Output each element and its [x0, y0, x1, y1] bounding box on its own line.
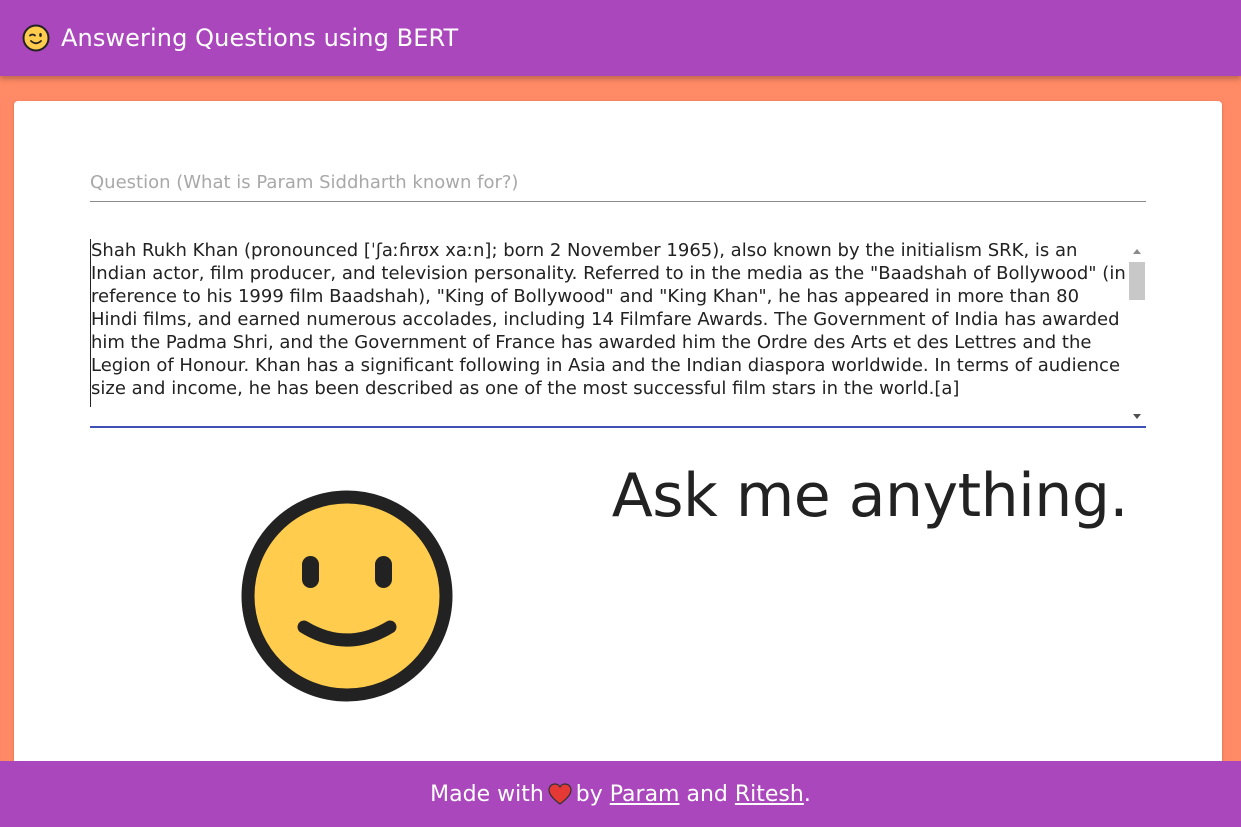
footer-and: and: [686, 781, 728, 807]
context-scrollbar[interactable]: [1128, 241, 1146, 419]
footer: Made with by Param and Ritesh .: [0, 761, 1241, 827]
smiling-face-icon: [241, 490, 453, 702]
scroll-down-arrow-icon[interactable]: [1133, 414, 1141, 419]
question-field: [90, 167, 1146, 202]
heart-icon: [548, 783, 572, 805]
question-input[interactable]: [90, 167, 1146, 197]
main-card: Shah Rukh Khan (pronounced [ˈʃaːɦrʊx xaː…: [14, 101, 1222, 781]
context-field: Shah Rukh Khan (pronounced [ˈʃaːɦrʊx xaː…: [90, 237, 1146, 428]
ask-prompt: Ask me anything.: [611, 461, 1129, 531]
scroll-up-arrow-icon[interactable]: [1133, 249, 1141, 254]
winking-face-icon: [22, 24, 50, 52]
author-link-param[interactable]: Param: [610, 782, 680, 807]
footer-period: .: [803, 781, 811, 807]
footer-made-with: Made with: [430, 781, 544, 807]
app-bar: Answering Questions using BERT: [0, 0, 1241, 76]
footer-by: by: [575, 781, 603, 807]
context-textarea[interactable]: Shah Rukh Khan (pronounced [ˈʃaːɦrʊx xaː…: [90, 239, 1126, 407]
scroll-thumb[interactable]: [1129, 262, 1145, 300]
author-link-ritesh[interactable]: Ritesh: [735, 782, 804, 807]
app-title: Answering Questions using BERT: [61, 24, 459, 52]
